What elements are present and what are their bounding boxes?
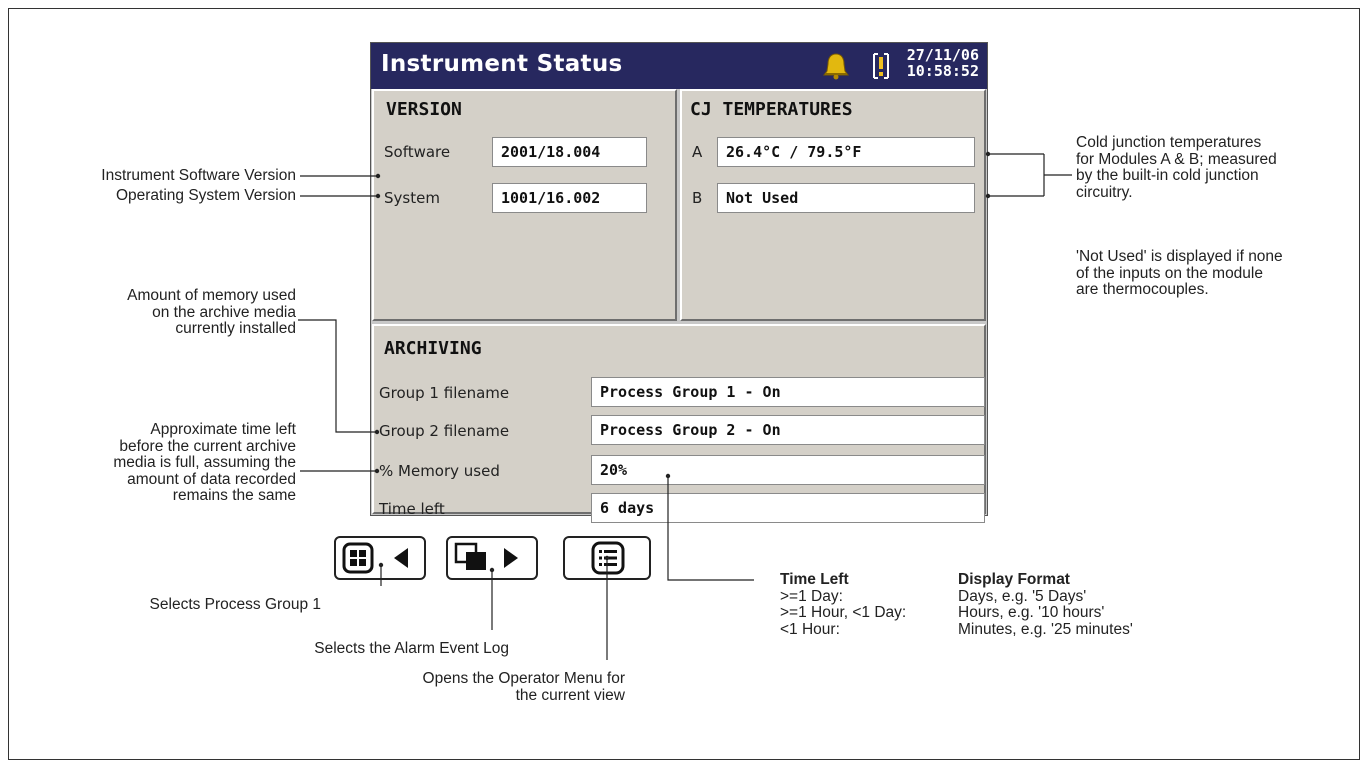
memory-note: Amount of memory used on the archive medi…: [127, 287, 296, 337]
button3-note: Opens the Operator Menu for the current v…: [422, 670, 625, 704]
software-version-note: Instrument Software Version: [101, 167, 296, 184]
time-left-note: Approximate time left before the current …: [113, 421, 296, 504]
not-used-note: 'Not Used' is displayed if none of the in…: [1076, 248, 1283, 298]
os-version-note: Operating System Version: [115, 187, 296, 204]
callout-lines: [298, 151, 1072, 660]
button1-note: Selects Process Group 1: [149, 596, 321, 613]
time-left-legend: Time Left >=1 Day: >=1 Hour, <1 Day: <1 Ho…: [780, 571, 907, 638]
display-format-legend: Display Format Days, e.g. '5 Days' Hours,…: [958, 571, 1133, 638]
button2-note: Selects the Alarm Event Log: [314, 640, 509, 657]
cold-junction-note: Cold junction temperatures for Modules A …: [1076, 134, 1277, 201]
